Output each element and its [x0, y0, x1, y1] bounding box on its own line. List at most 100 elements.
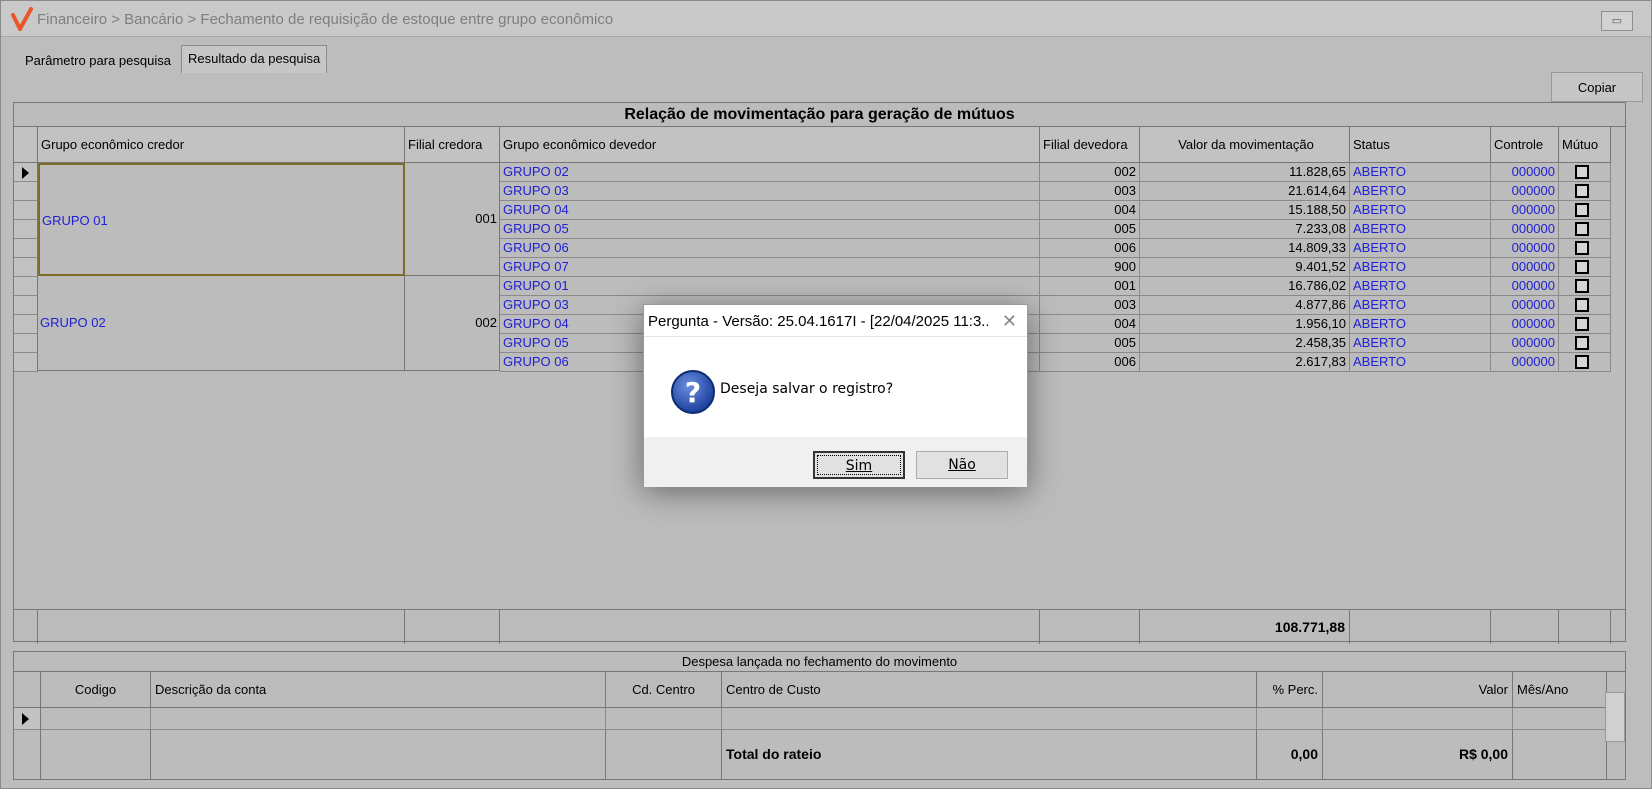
valor-cell[interactable]: 15.188,50	[1140, 201, 1350, 220]
col-header-credor[interactable]: Grupo econômico credor	[38, 127, 405, 163]
status-cell[interactable]: ABERTO	[1350, 353, 1491, 372]
filial-devedora-cell[interactable]: 006	[1040, 353, 1140, 372]
status-cell[interactable]: ABERTO	[1350, 220, 1491, 239]
col-header-devedor[interactable]: Grupo econômico devedor	[500, 127, 1040, 163]
filial-devedora-cell[interactable]: 004	[1040, 201, 1140, 220]
filial-devedora-cell[interactable]: 001	[1040, 277, 1140, 296]
group-credor-cell[interactable]: GRUPO 02	[38, 276, 405, 371]
col-header-filial-devedora[interactable]: Filial devedora	[1040, 127, 1140, 163]
controle-cell[interactable]: 000000	[1491, 163, 1559, 182]
col-header-cd-centro[interactable]: Cd. Centro	[606, 672, 722, 708]
row-indicator[interactable]	[14, 296, 38, 315]
valor-cell[interactable]: 2.458,35	[1140, 334, 1350, 353]
mutuo-checkbox[interactable]	[1575, 203, 1589, 217]
filial-devedora-cell[interactable]: 005	[1040, 334, 1140, 353]
status-cell[interactable]: ABERTO	[1350, 334, 1491, 353]
yes-button[interactable]: Sim	[813, 451, 905, 479]
row-indicator[interactable]	[14, 315, 38, 334]
mutuo-checkbox[interactable]	[1575, 241, 1589, 255]
controle-cell[interactable]: 000000	[1491, 334, 1559, 353]
mutuo-checkbox[interactable]	[1575, 317, 1589, 331]
valor-cell[interactable]: 4.877,86	[1140, 296, 1350, 315]
row-indicator[interactable]	[14, 277, 38, 296]
row-indicator[interactable]	[14, 163, 38, 182]
status-cell[interactable]: ABERTO	[1350, 163, 1491, 182]
controle-cell[interactable]: 000000	[1491, 201, 1559, 220]
mutuo-checkbox[interactable]	[1575, 355, 1589, 369]
valor-cell[interactable]: 7.233,08	[1140, 220, 1350, 239]
mutuo-checkbox[interactable]	[1575, 260, 1589, 274]
controle-cell[interactable]: 000000	[1491, 258, 1559, 277]
expense-cell[interactable]	[41, 708, 151, 730]
row-indicator[interactable]	[14, 220, 38, 239]
row-indicator[interactable]	[14, 201, 38, 220]
controle-cell[interactable]: 000000	[1491, 296, 1559, 315]
mutuo-checkbox[interactable]	[1575, 165, 1589, 179]
controle-cell[interactable]: 000000	[1491, 182, 1559, 201]
expense-cell[interactable]	[722, 708, 1257, 730]
restore-window-button[interactable]: ▭	[1601, 11, 1633, 31]
col-header-controle[interactable]: Controle	[1491, 127, 1559, 163]
col-header-filial-credora[interactable]: Filial credora	[405, 127, 500, 163]
no-button[interactable]: Não	[916, 451, 1008, 479]
expense-cell[interactable]	[606, 708, 722, 730]
devedor-cell[interactable]: GRUPO 01	[500, 277, 1040, 296]
controle-cell[interactable]: 000000	[1491, 220, 1559, 239]
controle-cell[interactable]: 000000	[1491, 315, 1559, 334]
devedor-cell[interactable]: GRUPO 03	[500, 182, 1040, 201]
devedor-cell[interactable]: GRUPO 06	[500, 239, 1040, 258]
group-credor-cell[interactable]: GRUPO 01	[38, 163, 405, 276]
filial-devedora-cell[interactable]: 006	[1040, 239, 1140, 258]
col-header-valor[interactable]: Valor da movimentação	[1140, 127, 1350, 163]
status-cell[interactable]: ABERTO	[1350, 239, 1491, 258]
tab-search-parameters[interactable]: Parâmetro para pesquisa	[19, 48, 177, 74]
row-indicator[interactable]	[14, 258, 38, 277]
col-header-codigo[interactable]: Codigo	[41, 672, 151, 708]
group-filial-cell[interactable]: 002	[405, 276, 500, 371]
expense-cell[interactable]	[151, 708, 606, 730]
status-cell[interactable]: ABERTO	[1350, 201, 1491, 220]
col-header-status[interactable]: Status	[1350, 127, 1491, 163]
status-cell[interactable]: ABERTO	[1350, 182, 1491, 201]
tab-search-results[interactable]: Resultado da pesquisa	[181, 45, 328, 73]
controle-cell[interactable]: 000000	[1491, 239, 1559, 258]
group-filial-cell[interactable]: 001	[405, 163, 500, 276]
scrollbar-thumb[interactable]	[1605, 692, 1625, 742]
valor-cell[interactable]: 1.956,10	[1140, 315, 1350, 334]
devedor-cell[interactable]: GRUPO 05	[500, 220, 1040, 239]
col-header-perc[interactable]: % Perc.	[1257, 672, 1323, 708]
mutuo-checkbox[interactable]	[1575, 336, 1589, 350]
expense-cell[interactable]	[1323, 708, 1513, 730]
row-indicator[interactable]	[14, 182, 38, 201]
copy-button[interactable]: Copiar	[1551, 72, 1643, 102]
status-cell[interactable]: ABERTO	[1350, 296, 1491, 315]
mutuo-checkbox[interactable]	[1575, 222, 1589, 236]
mutuo-checkbox[interactable]	[1575, 184, 1589, 198]
col-header-valor[interactable]: Valor	[1323, 672, 1513, 708]
valor-cell[interactable]: 14.809,33	[1140, 239, 1350, 258]
filial-devedora-cell[interactable]: 003	[1040, 296, 1140, 315]
valor-cell[interactable]: 9.401,52	[1140, 258, 1350, 277]
row-indicator[interactable]	[14, 708, 41, 730]
filial-devedora-cell[interactable]: 002	[1040, 163, 1140, 182]
valor-cell[interactable]: 21.614,64	[1140, 182, 1350, 201]
row-indicator[interactable]	[14, 334, 38, 353]
controle-cell[interactable]: 000000	[1491, 277, 1559, 296]
devedor-cell[interactable]: GRUPO 02	[500, 163, 1040, 182]
expense-cell[interactable]	[1257, 708, 1323, 730]
mutuo-checkbox[interactable]	[1575, 279, 1589, 293]
mutuo-checkbox[interactable]	[1575, 298, 1589, 312]
expense-cell[interactable]	[1513, 708, 1607, 730]
close-icon[interactable]: ✕	[1002, 311, 1017, 332]
filial-devedora-cell[interactable]: 005	[1040, 220, 1140, 239]
devedor-cell[interactable]: GRUPO 07	[500, 258, 1040, 277]
devedor-cell[interactable]: GRUPO 04	[500, 201, 1040, 220]
col-header-centro-custo[interactable]: Centro de Custo	[722, 672, 1257, 708]
valor-cell[interactable]: 11.828,65	[1140, 163, 1350, 182]
row-indicator[interactable]	[14, 239, 38, 258]
filial-devedora-cell[interactable]: 004	[1040, 315, 1140, 334]
status-cell[interactable]: ABERTO	[1350, 277, 1491, 296]
valor-cell[interactable]: 16.786,02	[1140, 277, 1350, 296]
col-header-mes-ano[interactable]: Mês/Ano	[1513, 672, 1607, 708]
status-cell[interactable]: ABERTO	[1350, 258, 1491, 277]
